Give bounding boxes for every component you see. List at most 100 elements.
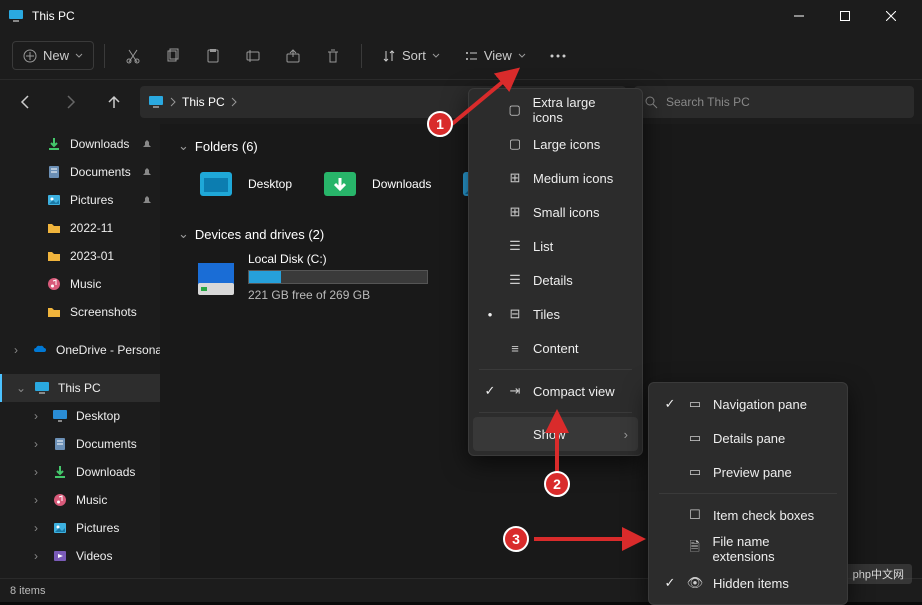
show-option[interactable]: ☐Item check boxes	[653, 498, 843, 532]
toolbar: New Sort View	[0, 32, 922, 80]
minimize-button[interactable]	[776, 0, 822, 32]
pin-icon	[142, 167, 152, 177]
folder-icon	[46, 304, 62, 320]
sidebar-item[interactable]: ›Downloads	[0, 458, 160, 486]
copy-icon	[165, 48, 181, 64]
sidebar-item[interactable]: ›Local Disk (C:)	[0, 570, 160, 578]
sidebar-item[interactable]: ›OneDrive - Personal	[0, 336, 160, 364]
folder-label: Desktop	[248, 177, 292, 191]
cut-button[interactable]	[115, 40, 151, 72]
sidebar-item[interactable]: 2022-11	[0, 214, 160, 242]
sidebar-item[interactable]: Downloads	[0, 130, 160, 158]
sidebar-item[interactable]: Music	[0, 270, 160, 298]
sort-button[interactable]: Sort	[372, 42, 450, 69]
folder-item[interactable]: Downloads	[320, 164, 431, 204]
pane-icon: ▭	[687, 464, 703, 480]
sidebar-item-label: Pictures	[70, 193, 113, 207]
option-icon: 👁	[687, 575, 703, 591]
sidebar-item[interactable]: Pictures	[0, 186, 160, 214]
sidebar-item[interactable]: 2023-01	[0, 242, 160, 270]
chevron-icon: ›	[34, 549, 44, 563]
show-option[interactable]: Show›	[473, 417, 638, 451]
callout-2: 2	[544, 471, 570, 497]
show-option[interactable]: ▭Details pane	[653, 421, 843, 455]
show-option[interactable]: ▭Preview pane	[653, 455, 843, 489]
show-option[interactable]: 🗎File name extensions	[653, 532, 843, 566]
arrow-up-icon	[106, 94, 122, 110]
layout-icon: ▢	[507, 102, 523, 118]
rename-button[interactable]	[235, 40, 271, 72]
forward-button[interactable]	[52, 86, 88, 118]
back-button[interactable]	[8, 86, 44, 118]
sidebar-item[interactable]: › Pictures	[0, 514, 160, 542]
compact-icon: ⇥	[507, 383, 523, 399]
sidebar-item[interactable]: ›Desktop	[0, 402, 160, 430]
view-option[interactable]: ⊞Medium icons	[473, 161, 638, 195]
onedrive-icon	[32, 342, 48, 358]
folder-icon	[46, 220, 62, 236]
paste-button[interactable]	[195, 40, 231, 72]
sort-icon	[382, 49, 396, 63]
delete-button[interactable]	[315, 40, 351, 72]
search-input[interactable]: Search This PC	[634, 86, 914, 118]
chevron-down-icon: ⌄	[178, 226, 189, 242]
view-option[interactable]: ≡Content	[473, 331, 638, 365]
sort-label: Sort	[402, 48, 426, 63]
sidebar-item-label: Pictures	[76, 521, 119, 535]
layout-icon: ▢	[507, 136, 523, 152]
view-option[interactable]: ▢Large icons	[473, 127, 638, 161]
more-button[interactable]	[540, 40, 576, 72]
callout-1: 1	[427, 111, 453, 137]
music-icon	[52, 492, 68, 508]
music-icon	[46, 276, 62, 292]
view-option[interactable]: ▢ Extra large icons	[473, 93, 638, 127]
view-option[interactable]: ⊞Small icons	[473, 195, 638, 229]
up-button[interactable]	[96, 86, 132, 118]
sidebar-item-label: Music	[70, 277, 101, 291]
compact-view-option[interactable]: ✓⇥Compact view	[473, 374, 638, 408]
sidebar-item[interactable]: › Documents	[0, 430, 160, 458]
view-button[interactable]: View	[454, 42, 536, 69]
new-button[interactable]: New	[12, 41, 94, 70]
watermark: php中文网	[845, 564, 912, 584]
view-option-label: Details	[533, 273, 573, 288]
copy-button[interactable]	[155, 40, 191, 72]
chevron-icon: ⌄	[16, 381, 26, 395]
download-icon	[46, 136, 62, 152]
breadcrumb[interactable]: This PC	[182, 95, 225, 109]
chevron-down-icon	[518, 52, 526, 60]
show-option[interactable]: ✓👁Hidden items	[653, 566, 843, 600]
chevron-icon: ›	[34, 521, 44, 535]
show-submenu: ✓▭Navigation pane▭Details pane▭Preview p…	[648, 382, 848, 605]
view-option[interactable]: •⊟Tiles	[473, 297, 638, 331]
folder-icon	[320, 164, 360, 204]
chevron-icon: ›	[34, 437, 44, 451]
sidebar-item[interactable]: › Videos	[0, 542, 160, 570]
folder-item[interactable]: Desktop	[196, 164, 292, 204]
cut-icon	[125, 48, 141, 64]
view-option[interactable]: ☰Details	[473, 263, 638, 297]
sidebar-item[interactable]: ⌄ This PC	[0, 374, 160, 402]
view-menu: ▢ Extra large icons▢Large icons⊞Medium ic…	[468, 88, 643, 456]
sidebar-item[interactable]: ›Music	[0, 486, 160, 514]
chevron-down-icon	[432, 52, 440, 60]
sidebar-item[interactable]: Screenshots	[0, 298, 160, 326]
sidebar-item-label: Videos	[76, 549, 112, 563]
sidebar-item[interactable]: Documents	[0, 158, 160, 186]
sidebar-item-label: Documents	[76, 437, 137, 451]
view-option-label: Extra large icons	[533, 95, 628, 125]
sidebar-item-label: This PC	[58, 381, 101, 395]
this-pc-icon	[8, 8, 24, 24]
view-option-label: Content	[533, 341, 579, 356]
close-button[interactable]	[868, 0, 914, 32]
arrow-left-icon	[18, 94, 34, 110]
sidebar-item-label: Desktop	[76, 409, 120, 423]
pic-icon	[46, 192, 62, 208]
view-option[interactable]: ☰List	[473, 229, 638, 263]
maximize-button[interactable]	[822, 0, 868, 32]
callout-3: 3	[503, 526, 529, 552]
view-option-label: Medium icons	[533, 171, 613, 186]
share-button[interactable]	[275, 40, 311, 72]
show-option[interactable]: ✓▭Navigation pane	[653, 387, 843, 421]
address-bar: This PC Search This PC	[0, 80, 922, 124]
